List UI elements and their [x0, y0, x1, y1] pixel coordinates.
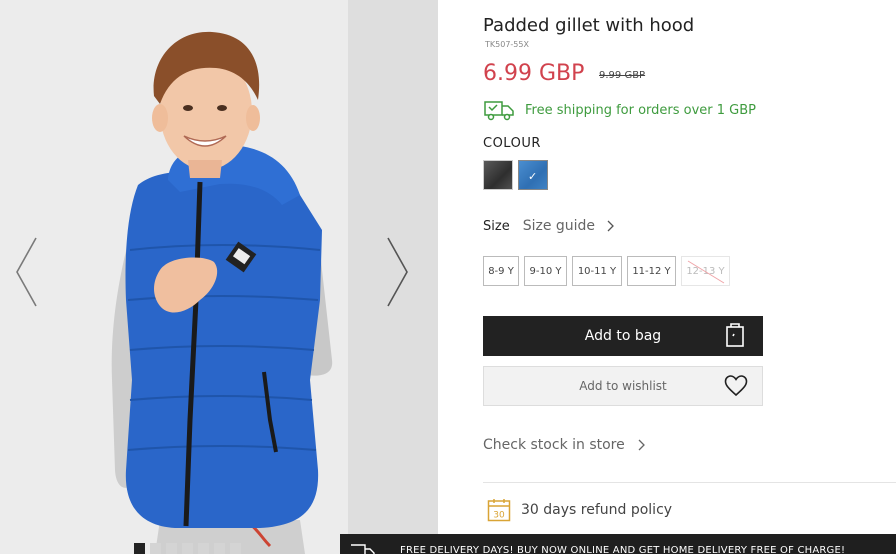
- chevron-right-icon: [387, 237, 408, 307]
- chevron-right-icon: [638, 439, 645, 451]
- unavailable-strike-icon: [687, 260, 725, 284]
- previous-image-button[interactable]: [14, 236, 38, 308]
- size-option-10-11[interactable]: 10-11 Y: [572, 256, 622, 286]
- calendar-30-icon: 30: [487, 499, 511, 522]
- delivery-truck-icon: [484, 101, 514, 121]
- gallery-dot[interactable]: [166, 543, 177, 554]
- check-icon: ✓: [528, 170, 538, 183]
- check-stock-link[interactable]: Check stock in store: [483, 437, 646, 453]
- colour-label: COLOUR: [483, 136, 541, 151]
- size-option-8-9[interactable]: 8-9 Y: [483, 256, 519, 286]
- size-header: Size Size guide: [483, 218, 615, 234]
- add-to-bag-button[interactable]: Add to bag: [483, 316, 763, 356]
- next-image-button[interactable]: [386, 236, 410, 308]
- shopping-bag-icon: [726, 323, 744, 347]
- banner-text: FREE DELIVERY DAYS! BUY NOW ONLINE AND G…: [400, 545, 846, 554]
- product-price: 6.99 GBP: [483, 61, 585, 86]
- product-title: Padded gillet with hood: [483, 15, 695, 36]
- calendar-number: 30: [493, 511, 505, 521]
- gallery-dot[interactable]: [182, 543, 193, 554]
- size-option-9-10[interactable]: 9-10 Y: [524, 256, 567, 286]
- size-label: Size: [483, 218, 510, 234]
- check-stock-label: Check stock in store: [483, 437, 625, 453]
- add-to-wishlist-button[interactable]: Add to wishlist: [483, 366, 763, 406]
- shipping-text: Free shipping for orders over 1 GBP: [525, 102, 757, 118]
- product-info: Padded gillet with hood TK507-55X 6.99 G…: [483, 0, 896, 554]
- gallery-dot[interactable]: [198, 543, 209, 554]
- chevron-left-icon: [16, 237, 37, 307]
- size-option-11-12[interactable]: 11-12 Y: [627, 256, 676, 286]
- product-gallery: [0, 0, 438, 554]
- add-to-bag-label: Add to bag: [584, 328, 662, 344]
- truck-icon: [351, 544, 375, 554]
- size-option-12-13-unavailable: 12-13 Y: [681, 256, 730, 286]
- product-old-price: 9.99 GBP: [599, 70, 646, 81]
- gallery-dot[interactable]: [230, 543, 241, 554]
- free-delivery-banner[interactable]: FREE DELIVERY DAYS! BUY NOW ONLINE AND G…: [340, 534, 896, 554]
- chevron-right-icon: [607, 220, 614, 232]
- heart-icon: [724, 375, 748, 397]
- section-divider: [483, 482, 896, 483]
- gallery-dot[interactable]: [150, 543, 161, 554]
- product-sku: TK507-55X: [485, 40, 529, 49]
- gallery-dot[interactable]: [134, 543, 145, 554]
- colour-swatch-graphite[interactable]: [483, 160, 513, 190]
- free-shipping-notice: Free shipping for orders over 1 GBP: [483, 99, 756, 121]
- refund-policy-text: 30 days refund policy: [521, 502, 673, 518]
- product-photo: [111, 31, 333, 554]
- size-guide-link[interactable]: Size guide: [523, 218, 595, 234]
- gallery-dot[interactable]: [214, 543, 225, 554]
- gallery-pagination: [134, 543, 241, 554]
- add-to-wishlist-label: Add to wishlist: [579, 379, 667, 393]
- refund-policy: 30 30 days refund policy: [487, 498, 672, 522]
- colour-swatch-blue[interactable]: ✓: [518, 160, 548, 190]
